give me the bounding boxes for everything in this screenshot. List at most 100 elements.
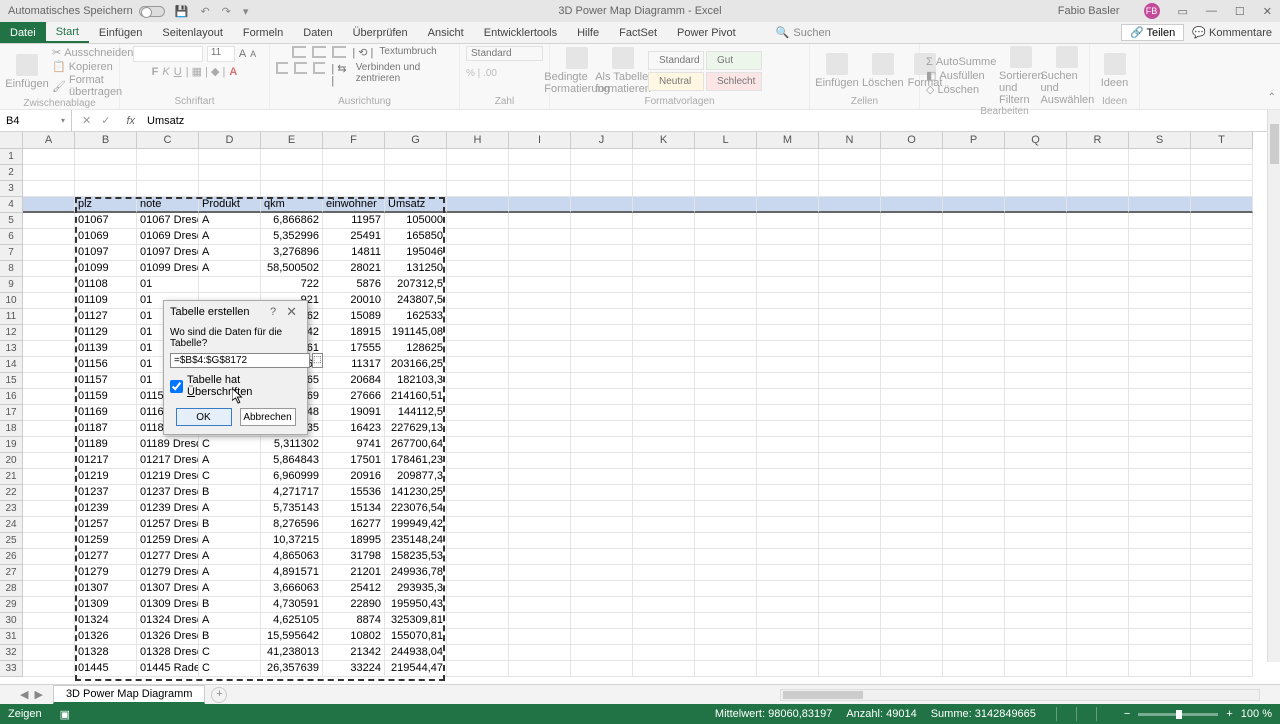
select-all-corner[interactable]	[0, 132, 23, 149]
font-size-input[interactable]: 11	[207, 46, 235, 62]
redo-icon[interactable]: ↷	[222, 5, 231, 18]
delete-cells-button[interactable]: Löschen	[862, 53, 904, 89]
comments-button[interactable]: 💬 Kommentare	[1192, 26, 1272, 39]
tab-layout[interactable]: Seitenlayout	[152, 22, 233, 43]
group-label: Schriftart	[126, 96, 263, 107]
autosum-button[interactable]: Σ AutoSumme	[926, 56, 996, 68]
dialog-help-icon[interactable]: ?	[264, 306, 282, 318]
macro-record-icon[interactable]: ▣	[60, 708, 70, 721]
formula-input[interactable]: Umsatz	[141, 115, 1280, 127]
paste-button[interactable]: Einfügen	[6, 54, 48, 90]
tab-file[interactable]: Datei	[0, 22, 46, 43]
find-button[interactable]: Suchen und Auswählen	[1046, 46, 1088, 106]
style-good[interactable]: Gut	[706, 51, 762, 70]
font-name-input[interactable]	[133, 46, 203, 62]
minimize-icon[interactable]: —	[1206, 5, 1217, 17]
ribbon-content: Einfügen ✂ Ausschneiden 📋 Kopieren 🖌 For…	[0, 44, 1280, 110]
tab-review[interactable]: Überprüfen	[343, 22, 418, 43]
collapse-ribbon-icon[interactable]: ⌃	[1268, 92, 1276, 103]
save-icon[interactable]: 💾	[175, 5, 189, 18]
horizontal-scrollbar[interactable]	[780, 689, 1260, 701]
ribbon-tabs: Datei Start Einfügen Seitenlayout Formel…	[0, 22, 1280, 44]
search-box[interactable]: 🔍 Suchen	[776, 22, 831, 43]
name-box[interactable]: B4▾	[0, 110, 72, 131]
formula-bar: B4▾ ✕ ✓ fx Umsatz	[0, 110, 1280, 132]
sheet-tab-bar: ◀ ▶ 3D Power Map Diagramm +	[0, 684, 1280, 704]
toggle-switch[interactable]	[139, 6, 165, 17]
undo-icon[interactable]: ↶	[200, 5, 209, 18]
tab-formulas[interactable]: Formeln	[233, 22, 293, 43]
fill-button[interactable]: ◧ Ausfüllen	[926, 69, 996, 82]
create-table-dialog: Tabelle erstellen ? ✕ Wo sind die Daten …	[163, 300, 308, 435]
format-cells-button[interactable]: Format	[908, 53, 943, 89]
tab-powerpivot[interactable]: Power Pivot	[667, 22, 746, 43]
column-headers[interactable]: ABCDEFGHIJKLMNOPQRST	[23, 132, 1253, 149]
ribbon-options-icon[interactable]: ▭	[1178, 5, 1188, 18]
sheet-next-icon[interactable]: ▶	[34, 688, 42, 701]
accept-formula-icon[interactable]: ✓	[101, 114, 110, 127]
tab-insert[interactable]: Einfügen	[89, 22, 152, 43]
tab-view[interactable]: Ansicht	[418, 22, 474, 43]
group-label: Formatvorlagen	[556, 96, 803, 107]
tab-factset[interactable]: FactSet	[609, 22, 667, 43]
normal-view-icon	[1056, 707, 1076, 721]
ideas-button[interactable]: Ideen	[1096, 53, 1133, 89]
autosave-label: Automatisches Speichern	[8, 5, 133, 17]
group-label: Zwischenablage	[6, 98, 113, 109]
row-headers[interactable]: 1234567891011121314151617181920212223242…	[0, 149, 23, 677]
dialog-close-icon[interactable]: ✕	[282, 304, 301, 320]
style-standard[interactable]: Standard	[648, 51, 704, 70]
zoom-out-icon[interactable]: −	[1124, 708, 1130, 720]
style-neutral[interactable]: Neutral	[648, 72, 704, 91]
document-title: 3D Power Map Diagramm - Excel	[558, 5, 721, 17]
avg-stat: Mittelwert: 98060,83197	[715, 708, 832, 720]
autosave-toggle[interactable]: Automatisches Speichern	[8, 5, 165, 17]
quick-access-toolbar: 💾 ↶ ↷ ▾	[175, 5, 249, 18]
close-icon[interactable]: ✕	[1263, 5, 1272, 18]
copy-button[interactable]: 📋 Kopieren	[52, 60, 133, 73]
headers-label: Tabelle hat Überschriften	[187, 374, 301, 398]
format-painter-button[interactable]: 🖌 Format übertragen	[52, 74, 133, 98]
range-input[interactable]	[170, 353, 310, 368]
group-label: Zellen	[816, 96, 913, 107]
number-format-dropdown[interactable]: Standard	[466, 46, 543, 61]
dialog-prompt: Wo sind die Daten für die Tabelle?	[170, 327, 301, 349]
cancel-formula-icon[interactable]: ✕	[82, 114, 91, 127]
tab-help[interactable]: Hilfe	[567, 22, 609, 43]
sort-filter-button[interactable]: Sortieren und Filtern	[1000, 46, 1042, 106]
count-stat: Anzahl: 49014	[846, 708, 916, 720]
range-picker-icon[interactable]: ⬚	[312, 353, 323, 368]
table-format-button[interactable]: Als Tabelle formatieren	[602, 47, 644, 95]
dialog-title: Tabelle erstellen	[170, 306, 250, 318]
tab-start[interactable]: Start	[46, 22, 89, 43]
cut-button[interactable]: ✂ Ausschneiden	[52, 46, 133, 59]
zoom-in-icon[interactable]: +	[1226, 708, 1232, 720]
ok-button[interactable]: OK	[176, 408, 232, 426]
share-button[interactable]: 🔗 Teilen	[1121, 24, 1184, 41]
sheet-tab[interactable]: 3D Power Map Diagramm	[53, 685, 206, 704]
user-name: Fabio Basler	[1058, 5, 1120, 17]
headers-checkbox[interactable]	[170, 380, 183, 393]
group-label: Ausrichtung	[276, 96, 453, 107]
vertical-scrollbar[interactable]	[1267, 110, 1280, 662]
tab-data[interactable]: Daten	[293, 22, 342, 43]
page-break-icon	[1096, 707, 1116, 721]
headers-checkbox-row[interactable]: Tabelle hat Überschriften	[170, 374, 301, 398]
view-mode-buttons[interactable]	[1056, 707, 1116, 721]
clear-button[interactable]: ◇ Löschen	[926, 83, 996, 96]
sheet-prev-icon[interactable]: ◀	[20, 688, 28, 701]
tab-dev[interactable]: Entwicklertools	[474, 22, 567, 43]
cond-format-button[interactable]: Bedingte Formatierung	[556, 47, 598, 95]
zoom-slider[interactable]	[1138, 713, 1218, 716]
maximize-icon[interactable]: ☐	[1235, 5, 1245, 18]
zoom-level[interactable]: 100 %	[1241, 708, 1272, 720]
user-avatar[interactable]: FB	[1144, 3, 1160, 19]
cancel-button[interactable]: Abbrechen	[240, 408, 296, 426]
page-layout-icon	[1076, 707, 1096, 721]
style-bad[interactable]: Schlecht	[706, 72, 762, 91]
add-sheet-button[interactable]: +	[211, 687, 227, 703]
status-bar: Zeigen ▣ Mittelwert: 98060,83197 Anzahl:…	[0, 704, 1280, 724]
qat-dropdown-icon[interactable]: ▾	[243, 5, 249, 18]
fx-icon[interactable]: fx	[120, 115, 141, 127]
insert-cells-button[interactable]: Einfügen	[816, 53, 858, 89]
